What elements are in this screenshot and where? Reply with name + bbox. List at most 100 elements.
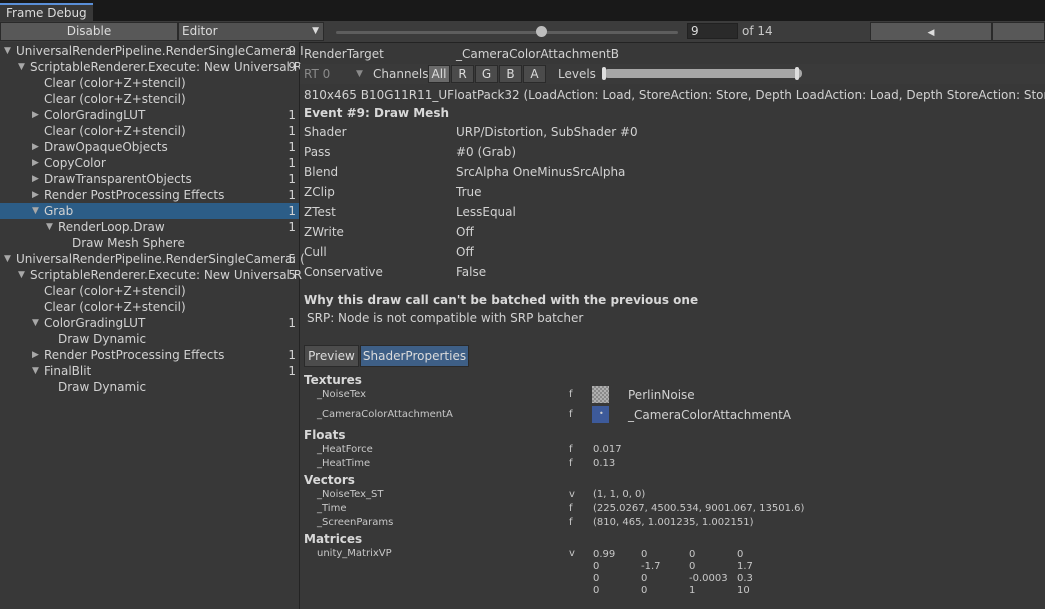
tree-row-count: 1 [288, 220, 296, 234]
tree-row[interactable]: ▶ Render PostProcessing Effects 1 [0, 347, 299, 363]
tree-row-count: 9 [288, 44, 296, 58]
channel-a-button[interactable]: A [523, 65, 546, 83]
event-index-input[interactable]: 9 [687, 23, 738, 39]
property-value: (1, 1, 0, 0) [593, 489, 646, 500]
levels-slider-track[interactable] [604, 69, 802, 78]
matrix-cell: 0 [593, 561, 600, 572]
tree-row[interactable]: Clear (color+Z+stencil) [0, 283, 299, 299]
expanded-arrow-icon[interactable]: ▼ [32, 363, 39, 379]
channel-b-button[interactable]: B [499, 65, 522, 83]
tree-row-label: CopyColor [44, 156, 106, 170]
expanded-arrow-icon[interactable]: ▼ [32, 315, 39, 331]
texture-thumbnail-color[interactable]: • [592, 406, 609, 423]
event-prop-value: SrcAlpha OneMinusSrcAlpha [456, 165, 626, 179]
tree-row-label: Clear (color+Z+stencil) [44, 300, 186, 314]
collapsed-arrow-icon[interactable]: ▶ [32, 107, 39, 123]
tree-row[interactable]: ▼ ColorGradingLUT 1 [0, 315, 299, 331]
tree-row[interactable]: Clear (color+Z+stencil) [0, 91, 299, 107]
channel-r-button[interactable]: R [451, 65, 474, 83]
collapsed-arrow-icon[interactable]: ▶ [32, 347, 39, 363]
event-prop-value: Off [456, 245, 474, 259]
tree-row[interactable]: Clear (color+Z+stencil) 1 [0, 123, 299, 139]
matrix-cell: 10 [737, 585, 750, 596]
tree-row[interactable]: ▼ FinalBlit 1 [0, 363, 299, 379]
tree-row[interactable]: ▶ DrawOpaqueObjects 1 [0, 139, 299, 155]
target-dropdown[interactable]: Editor ▼ [178, 22, 324, 41]
tree-row[interactable]: ▼ RenderLoop.Draw 1 [0, 219, 299, 235]
tree-row[interactable]: Draw Dynamic [0, 331, 299, 347]
dropdown-arrow-icon: ▼ [356, 69, 363, 79]
expanded-arrow-icon[interactable]: ▼ [18, 267, 25, 283]
tree-row-count: 1 [288, 172, 296, 186]
tree-row[interactable]: ▶ DrawTransparentObjects 1 [0, 171, 299, 187]
property-value: (225.0267, 4500.534, 9001.067, 13501.6) [593, 503, 805, 514]
next-event-button[interactable] [992, 22, 1045, 41]
matrix-cell: 1 [689, 585, 696, 596]
property-name: _NoiseTex [317, 389, 367, 400]
matrix-cell: 1.7 [737, 561, 753, 572]
expanded-arrow-icon[interactable]: ▼ [4, 43, 11, 59]
collapsed-arrow-icon[interactable]: ▶ [32, 171, 39, 187]
tree-row[interactable]: Clear (color+Z+stencil) [0, 75, 299, 91]
tab-shader-properties[interactable]: ShaderProperties [360, 345, 469, 367]
channel-g-button[interactable]: G [475, 65, 498, 83]
property-stage: f [569, 503, 573, 514]
collapsed-arrow-icon[interactable]: ▶ [32, 155, 39, 171]
tree-row-label: UniversalRenderPipeline.RenderSingleCame… [16, 44, 304, 58]
tree-row[interactable]: Clear (color+Z+stencil) [0, 299, 299, 315]
event-slider-track[interactable] [336, 31, 678, 34]
property-stage: f [569, 444, 573, 455]
property-name: _HeatForce [317, 444, 373, 455]
rt-dropdown[interactable]: RT 0 ▼ [304, 66, 363, 82]
format-line: 810x465 B10G11R11_UFloatPack32 (LoadActi… [304, 88, 1045, 102]
levels-min-handle[interactable] [602, 67, 606, 80]
previous-event-button[interactable]: ◀ [870, 22, 992, 41]
texture-thumbnail-noise[interactable] [592, 386, 609, 403]
matrix-cell: 0.3 [737, 573, 753, 584]
tree-row[interactable]: ▶ CopyColor 1 [0, 155, 299, 171]
tree-row-label: ColorGradingLUT [44, 316, 146, 330]
disable-button[interactable]: Disable [0, 22, 178, 41]
collapsed-arrow-icon[interactable]: ▶ [32, 139, 39, 155]
levels-max-handle[interactable] [795, 67, 799, 80]
tree-row[interactable]: ▼ ScriptableRenderer.Execute: New Univers… [0, 267, 303, 283]
tree-row[interactable]: Draw Mesh Sphere [0, 235, 299, 251]
event-prop-value: True [456, 185, 482, 199]
levels-label: Levels [558, 67, 596, 81]
expanded-arrow-icon[interactable]: ▼ [46, 219, 53, 235]
tree-row-label: UniversalRenderPipeline.RenderSingleCame… [16, 252, 305, 266]
event-prop-key: Blend [304, 165, 339, 179]
tree-row-label: Clear (color+Z+stencil) [44, 92, 186, 106]
expanded-arrow-icon[interactable]: ▼ [4, 251, 11, 267]
channel-all-button[interactable]: All [428, 65, 450, 83]
render-target-dropdown[interactable]: _CameraColorAttachmentB [456, 46, 619, 62]
tree-row[interactable]: ▼ ScriptableRenderer.Execute: New Univers… [0, 59, 302, 75]
tree-row[interactable]: ▶ Render PostProcessing Effects 1 [0, 187, 299, 203]
property-name: unity_MatrixVP [317, 548, 392, 559]
tree-row[interactable]: ▼ UniversalRenderPipeline.RenderSingleCam… [0, 251, 305, 267]
tree-row-label: Clear (color+Z+stencil) [44, 124, 186, 138]
matrix-cell: 0 [641, 549, 648, 560]
expanded-arrow-icon[interactable]: ▼ [18, 59, 25, 75]
tab-preview[interactable]: Preview [304, 345, 359, 367]
vectors-heading: Vectors [304, 473, 355, 487]
matrix-cell: -0.0003 [689, 573, 728, 584]
collapsed-arrow-icon[interactable]: ▶ [32, 187, 39, 203]
tree-row[interactable]: ▶ ColorGradingLUT 1 [0, 107, 299, 123]
tree-row-count: 9 [288, 60, 296, 74]
expanded-arrow-icon[interactable]: ▼ [32, 203, 39, 219]
tree-row[interactable]: ▼ UniversalRenderPipeline.RenderSingleCam… [0, 43, 304, 59]
property-stage: f [569, 409, 573, 420]
event-prop-key: Cull [304, 245, 327, 259]
tree-row-count: 1 [288, 316, 296, 330]
event-prop-key: Pass [304, 145, 331, 159]
window-tab-frame-debug[interactable]: Frame Debug [0, 3, 93, 21]
tree-row-count: 1 [288, 204, 296, 218]
property-stage: f [569, 517, 573, 528]
tree-row[interactable]: ▼ Grab 1 [0, 203, 299, 219]
tree-row[interactable]: Draw Dynamic [0, 379, 299, 395]
property-stage: v [569, 548, 575, 559]
event-total-label: of 14 [742, 24, 773, 38]
tree-row-label: ScriptableRenderer.Execute: New Universa… [30, 268, 303, 282]
tree-row-label: Draw Mesh Sphere [72, 236, 185, 250]
